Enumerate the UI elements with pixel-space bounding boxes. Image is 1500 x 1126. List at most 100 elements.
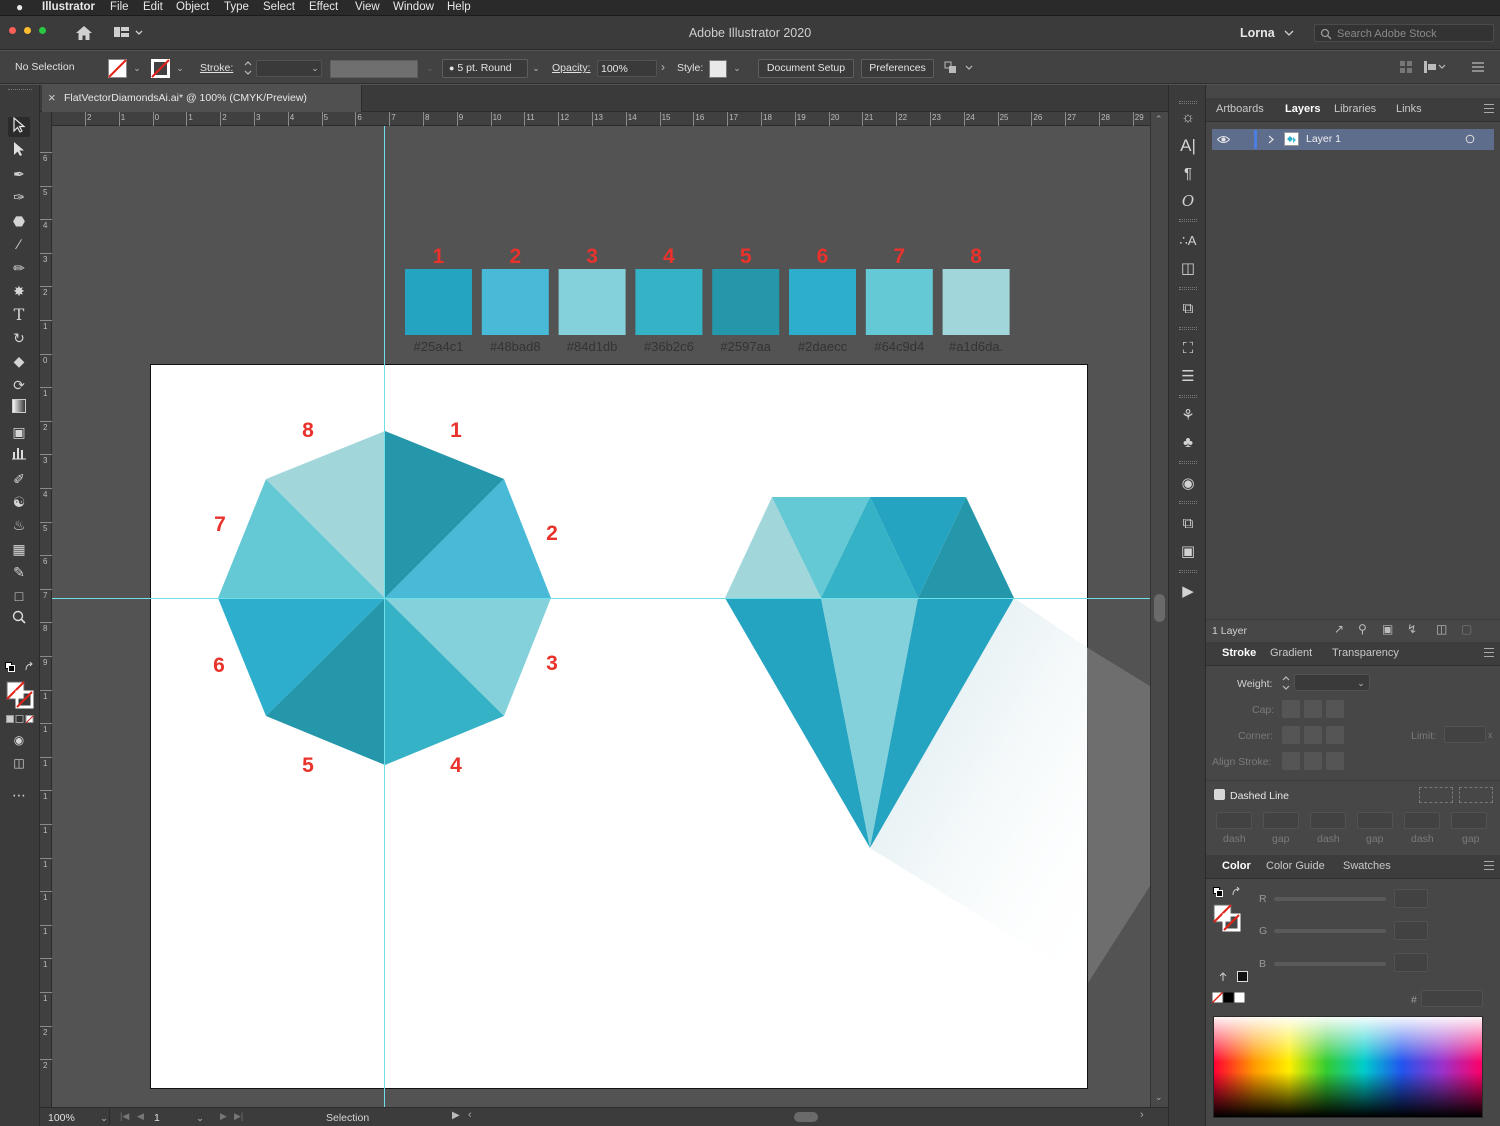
tab-swatches[interactable]: Swatches: [1343, 860, 1391, 872]
menu-window[interactable]: Window: [393, 1, 434, 13]
align-inside-icon[interactable]: [1304, 752, 1322, 770]
apple-icon[interactable]: ●: [16, 0, 23, 14]
status-menu-icon[interactable]: ▶: [452, 1110, 460, 1121]
control-panel-menu-icon[interactable]: [1472, 62, 1484, 72]
bevel-join-icon[interactable]: [1326, 726, 1344, 744]
fill-dropdown-icon[interactable]: ⌄: [131, 62, 143, 74]
eyedropper-tool-icon[interactable]: ✐: [8, 469, 30, 489]
panel-grip[interactable]: [1179, 395, 1197, 398]
round-cap-icon[interactable]: [1304, 700, 1322, 718]
brushes-panel-icon[interactable]: ⚘: [1176, 405, 1200, 427]
type-tool-icon[interactable]: T: [8, 305, 30, 325]
corner-buttons[interactable]: [1282, 726, 1346, 744]
tab-libraries[interactable]: Libraries: [1334, 103, 1376, 115]
zoom-tool-icon[interactable]: [8, 609, 30, 629]
tab-gradient[interactable]: Gradient: [1270, 647, 1312, 659]
opacity-label[interactable]: Opacity:: [552, 62, 591, 74]
channel-r-slider[interactable]: [1274, 897, 1386, 901]
locate-object-icon[interactable]: ⚲: [1358, 622, 1367, 636]
eye-visibility-icon[interactable]: [1217, 135, 1230, 144]
tab-links[interactable]: Links: [1396, 103, 1422, 115]
tab-layers[interactable]: Layers: [1285, 103, 1320, 115]
direct-selection-tool-icon[interactable]: [8, 141, 30, 161]
align-center-icon[interactable]: [1282, 752, 1300, 770]
align-icon[interactable]: [1400, 61, 1412, 73]
menu-object[interactable]: Object: [176, 1, 209, 13]
pen-tool-icon[interactable]: ✒: [8, 164, 30, 184]
default-colors-icon[interactable]: [1213, 887, 1223, 897]
color-swatch-7[interactable]: [865, 269, 933, 335]
projecting-cap-icon[interactable]: [1326, 700, 1344, 718]
stroke-weight-dropdown-icon[interactable]: ⌄: [309, 62, 321, 74]
tab-color[interactable]: Color: [1222, 860, 1251, 872]
weight-stepper-icon[interactable]: [1281, 674, 1291, 692]
color-swatch-4[interactable]: [635, 269, 703, 335]
channel-b-field[interactable]: [1394, 953, 1428, 972]
swap-colors-icon[interactable]: [1232, 887, 1242, 897]
scroll-up-icon[interactable]: ⌃: [1155, 114, 1163, 125]
round-join-icon[interactable]: [1304, 726, 1322, 744]
gap-field-1[interactable]: [1263, 812, 1299, 829]
hand-tool-icon[interactable]: □: [8, 586, 30, 606]
previous-artboard-icon[interactable]: ◀: [137, 1111, 144, 1122]
opentype-panel-icon[interactable]: O: [1176, 190, 1200, 212]
clipping-mask-icon[interactable]: ▣: [1382, 622, 1393, 636]
stroke-dropdown-icon[interactable]: ⌄: [174, 62, 186, 74]
menu-select[interactable]: Select: [263, 1, 295, 13]
selection-tool-icon[interactable]: [8, 116, 30, 137]
layers-panel-menu-icon[interactable]: [1484, 104, 1494, 113]
miter-join-icon[interactable]: [1282, 726, 1300, 744]
cap-buttons[interactable]: [1282, 700, 1346, 718]
hex-field[interactable]: [1421, 990, 1483, 1007]
gap-field-2[interactable]: [1357, 812, 1393, 829]
polygon-tool-icon[interactable]: ⬣: [8, 211, 30, 231]
none-black-white-swatches[interactable]: [1212, 992, 1246, 1004]
last-artboard-icon[interactable]: ▶|: [234, 1111, 243, 1122]
column-graph-tool-icon[interactable]: [8, 445, 30, 465]
align-dash-icon[interactable]: [1459, 787, 1493, 803]
stock-search-box[interactable]: Search Adobe Stock: [1314, 24, 1494, 42]
dash-field-1[interactable]: [1216, 812, 1252, 829]
fill-stroke-indicator-icon[interactable]: [6, 681, 34, 709]
brush-dropdown-icon[interactable]: ⌄: [530, 62, 542, 74]
color-swatch-8[interactable]: [942, 269, 1010, 335]
butt-cap-icon[interactable]: [1282, 700, 1300, 718]
align-panel-icon[interactable]: ☰: [1176, 366, 1200, 388]
color-fill-stroke-icon[interactable]: [1213, 904, 1241, 932]
panel-grip[interactable]: [1179, 461, 1197, 464]
delete-layer-icon[interactable]: ▢: [1461, 622, 1472, 636]
screen-mode-icon[interactable]: ◫: [8, 753, 30, 773]
scroll-down-icon[interactable]: ⌄: [1155, 1092, 1163, 1103]
weight-dropdown-icon[interactable]: ⌄: [1355, 677, 1367, 689]
channel-g-slider[interactable]: [1274, 929, 1386, 933]
new-sublayer-icon[interactable]: ↯: [1407, 622, 1417, 636]
out-of-gamut-icon[interactable]: [1218, 972, 1228, 982]
slice-tool-icon[interactable]: ✎: [8, 562, 30, 582]
artboard-dropdown-icon[interactable]: ⌄: [194, 1112, 206, 1124]
stroke-weight-stepper-icon[interactable]: [243, 59, 253, 77]
menu-view[interactable]: View: [355, 1, 380, 13]
color-swatch-3[interactable]: [558, 269, 626, 335]
export-panel-icon[interactable]: ⧉: [1176, 298, 1200, 320]
curvature-tool-icon[interactable]: ✑: [8, 187, 30, 207]
color-themes-panel-icon[interactable]: ◉: [1176, 473, 1200, 495]
export-asset-icon[interactable]: ↗: [1334, 622, 1344, 636]
pathfinder-panel-icon[interactable]: ⧉: [1176, 513, 1200, 535]
dash-field-2[interactable]: [1310, 812, 1346, 829]
graphic-style-swatch[interactable]: [709, 60, 727, 78]
opacity-expand-icon[interactable]: ›: [657, 61, 669, 73]
tab-stroke[interactable]: Stroke: [1222, 647, 1256, 659]
tab-transparency[interactable]: Transparency: [1332, 647, 1399, 659]
eraser-tool-icon[interactable]: ◆: [8, 351, 30, 371]
layer-target-icon[interactable]: [1465, 134, 1475, 144]
character-panel-icon[interactable]: A|: [1176, 135, 1200, 157]
paragraph-panel-icon[interactable]: ¶: [1176, 163, 1200, 185]
panel-grip[interactable]: [1179, 327, 1197, 330]
color-swatch-1[interactable]: [405, 269, 472, 335]
tab-color-guide[interactable]: Color Guide: [1266, 860, 1325, 872]
menu-help[interactable]: Help: [447, 1, 471, 13]
style-dropdown-icon[interactable]: ⌄: [731, 62, 743, 74]
align-outside-icon[interactable]: [1326, 752, 1344, 770]
color-mode-icons[interactable]: [6, 715, 34, 724]
artboard-number-field[interactable]: 1 ⌄: [150, 1109, 206, 1125]
